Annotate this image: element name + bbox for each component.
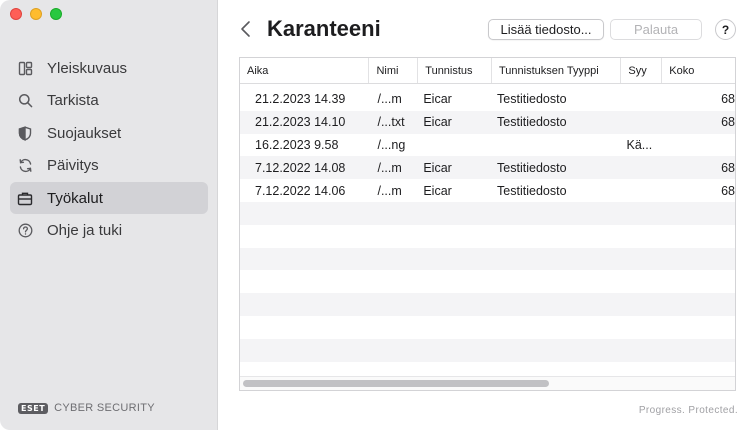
zoom-window-button[interactable] [50, 8, 62, 20]
cell-detection: Eicar [423, 115, 452, 130]
sidebar-item-label: Ohje ja tuki [47, 222, 123, 240]
column-header-detection-type[interactable]: Tunnistuksen Tyyppi [492, 58, 622, 83]
column-header-detection[interactable]: Tunnistus [418, 58, 492, 83]
table-row[interactable]: 7.12.2022 14.06 /...m Eicar Testitiedost… [240, 179, 735, 202]
table-header: Aika Nimi Tunnistus Tunnistuksen Tyyppi … [240, 58, 735, 84]
cell-size: 68 [721, 160, 735, 175]
sidebar-item-protections[interactable]: Suojaukset [10, 117, 208, 149]
empty-row [240, 201, 735, 225]
table-row[interactable]: 7.12.2022 14.08 /...m Eicar Testitiedost… [240, 156, 735, 180]
cell-name: /...m [377, 92, 402, 107]
cell-reason: Kä... [626, 137, 653, 152]
quarantine-table: Aika Nimi Tunnistus Tunnistuksen Tyyppi … [239, 57, 736, 391]
chevron-left-icon [241, 21, 250, 37]
brand: ESET CYBER SECURITY [18, 402, 155, 414]
page-title: Karanteeni [267, 16, 381, 41]
app-window: Yleiskuvaus Tarkista Suojaukset Päivitys… [0, 0, 756, 430]
eset-logo: ESET [18, 402, 49, 414]
cell-size: 68 [721, 183, 735, 198]
sidebar: Yleiskuvaus Tarkista Suojaukset Päivitys… [0, 0, 218, 430]
sidebar-item-label: Yleiskuvaus [47, 59, 128, 77]
cell-name: /...txt [377, 115, 405, 130]
column-header-reason[interactable]: Syy [621, 58, 663, 83]
scrollbar-thumb[interactable] [243, 380, 549, 387]
cell-time: 7.12.2022 14.06 [255, 183, 346, 198]
brand-text: CYBER SECURITY [54, 402, 155, 414]
sidebar-item-label: Työkalut [47, 189, 103, 207]
sidebar-item-scan[interactable]: Tarkista [10, 85, 208, 117]
shield-icon [17, 125, 33, 141]
cell-name: /...m [377, 160, 402, 175]
add-file-button[interactable]: Lisää tiedosto... [488, 19, 604, 40]
empty-row [240, 338, 735, 362]
column-header-size[interactable]: Koko [662, 58, 735, 83]
empty-row [240, 293, 735, 316]
sidebar-item-overview[interactable]: Yleiskuvaus [10, 52, 208, 84]
sidebar-item-tools[interactable]: Työkalut [10, 182, 208, 215]
cell-size: 68 [721, 115, 735, 130]
cell-size: 68 [721, 92, 735, 107]
table-row[interactable]: 16.2.2023 9.58 /...ng Kä... [240, 134, 735, 157]
cell-name: /...m [377, 183, 402, 198]
empty-row [240, 270, 735, 293]
cell-detection: Eicar [423, 160, 452, 175]
table-body: 21.2.2023 14.39 /...m Eicar Testitiedost… [240, 88, 735, 390]
cell-time: 7.12.2022 14.08 [255, 160, 346, 175]
briefcase-icon [17, 190, 33, 206]
sidebar-item-update[interactable]: Päivitys [10, 150, 208, 182]
tagline: Progress. Protected. [638, 405, 738, 416]
cell-detection: Eicar [423, 183, 452, 198]
sidebar-item-label: Tarkista [47, 92, 99, 110]
cell-detection: Eicar [423, 92, 452, 107]
minimize-window-button[interactable] [30, 8, 42, 20]
sidebar-nav: Yleiskuvaus Tarkista Suojaukset Päivitys… [10, 52, 208, 248]
empty-row [240, 225, 735, 248]
restore-button[interactable]: Palauta [610, 19, 702, 40]
help-circle-icon [17, 223, 33, 239]
refresh-icon [17, 158, 33, 174]
empty-row [240, 316, 735, 339]
sidebar-item-label: Päivitys [47, 157, 99, 175]
cell-detection-type: Testitiedosto [497, 160, 567, 175]
cell-time: 16.2.2023 9.58 [255, 137, 339, 152]
back-button[interactable] [239, 18, 253, 40]
search-icon [17, 93, 33, 109]
close-window-button[interactable] [10, 8, 22, 20]
cell-detection-type: Testitiedosto [497, 183, 567, 198]
cell-name: /...ng [377, 137, 406, 152]
sidebar-item-help[interactable]: Ohje ja tuki [10, 215, 208, 247]
column-header-time[interactable]: Aika [240, 58, 370, 83]
horizontal-scrollbar[interactable] [240, 376, 735, 390]
help-button[interactable]: ? [715, 19, 736, 40]
table-row[interactable]: 21.2.2023 14.10 /...txt Eicar Testitiedo… [240, 110, 735, 134]
cell-detection-type: Testitiedosto [497, 92, 567, 107]
table-row[interactable]: 21.2.2023 14.39 /...m Eicar Testitiedost… [240, 88, 735, 111]
cell-time: 21.2.2023 14.39 [255, 92, 346, 107]
cell-time: 21.2.2023 14.10 [255, 115, 346, 130]
column-header-name[interactable]: Nimi [369, 58, 419, 83]
sidebar-item-label: Suojaukset [47, 124, 122, 142]
cell-detection-type: Testitiedosto [497, 115, 567, 130]
dashboard-icon [17, 60, 33, 76]
main-panel: Karanteeni Lisää tiedosto... Palauta ? A… [219, 0, 756, 430]
empty-row [240, 247, 735, 271]
window-controls [10, 8, 62, 20]
